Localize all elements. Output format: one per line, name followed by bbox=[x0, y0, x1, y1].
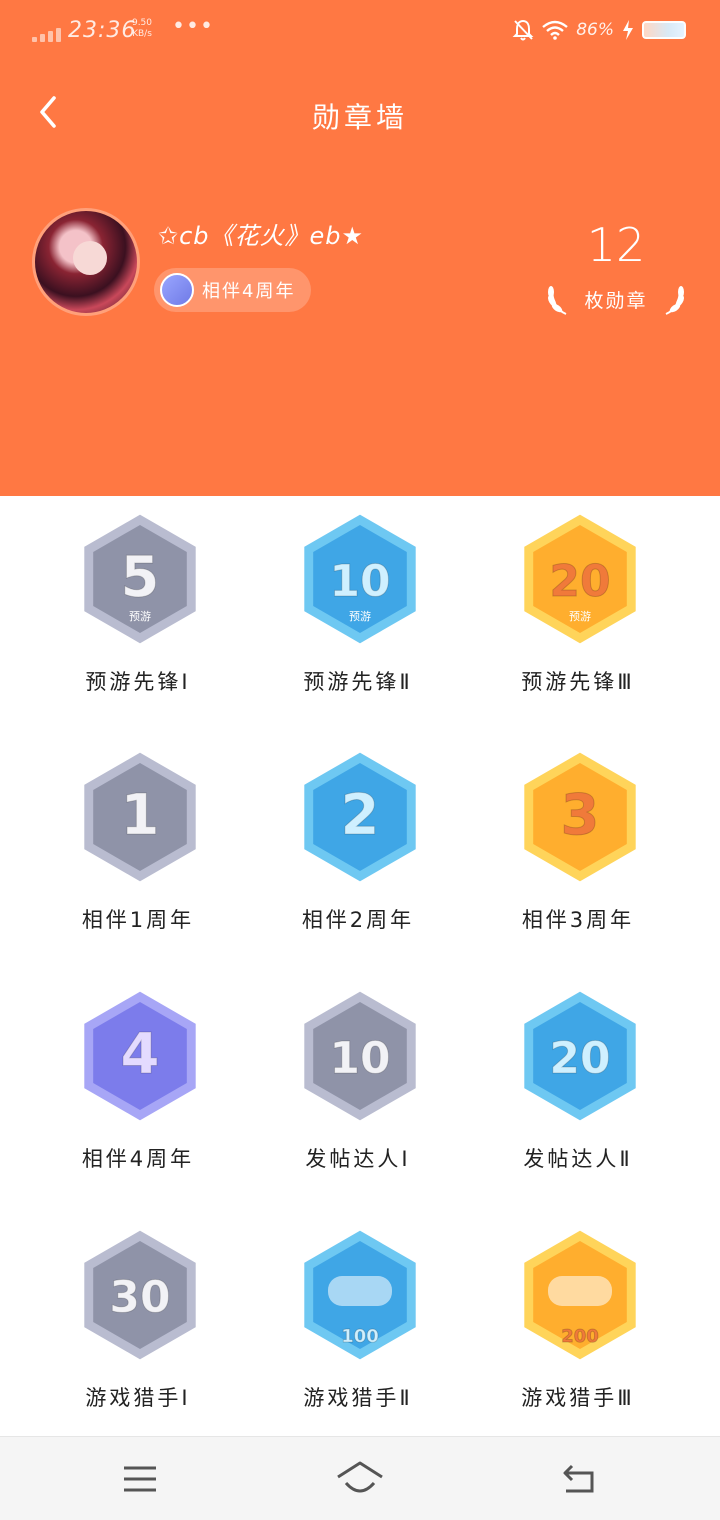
badge-medal-icon: 1 bbox=[81, 750, 199, 884]
badge-medal-icon: 20 bbox=[521, 989, 639, 1123]
badge-number: 5 bbox=[121, 545, 160, 610]
net-speed: 9.50 KB/s bbox=[128, 18, 156, 40]
badge-medal-icon: 4 bbox=[81, 989, 199, 1123]
anniversary-badge-icon bbox=[160, 273, 194, 307]
badge-number: 3 bbox=[561, 783, 600, 848]
system-navbar bbox=[0, 1436, 720, 1520]
badge-medal-icon: 2 bbox=[301, 750, 419, 884]
badge-grid: 5 预游 预游先锋Ⅰ 10 预游 预游先锋Ⅱ 20 预游 预游先锋Ⅲ 1 相伴1周年 2 相伴2周年 3 相… bbox=[0, 496, 720, 1436]
badge-medal-icon: 200 bbox=[521, 1228, 639, 1362]
badge-sub-label: 预游 bbox=[349, 610, 371, 623]
header: 23:36 9.50 KB/s ••• 86% 勋章墙 ✩cb《花火》eb★ 相… bbox=[0, 0, 720, 496]
badge-item[interactable]: 20 发帖达人Ⅱ bbox=[468, 973, 688, 1211]
badge-sub-label: 预游 bbox=[569, 610, 591, 623]
mute-bell-icon bbox=[512, 19, 534, 41]
page-title: 勋章墙 bbox=[311, 101, 408, 134]
badge-number: 10 bbox=[329, 556, 390, 607]
badge-number: 10 bbox=[329, 1033, 390, 1084]
net-speed-unit: KB/s bbox=[132, 29, 152, 39]
badge-label: 预游先锋Ⅰ bbox=[85, 670, 191, 694]
badge-label: 游戏猎手Ⅰ bbox=[85, 1386, 191, 1410]
badge-item[interactable]: 10 预游预游先锋Ⅱ bbox=[248, 496, 468, 734]
status-time: 23:36 bbox=[68, 18, 137, 43]
badge-number: 2 bbox=[341, 783, 380, 848]
badge-item[interactable]: 5 预游预游先锋Ⅰ bbox=[28, 496, 248, 734]
battery-percent: 86% bbox=[576, 20, 614, 40]
charging-icon bbox=[623, 20, 633, 40]
badge-item[interactable]: 200 游戏猎手Ⅲ bbox=[468, 1212, 688, 1450]
anniversary-chip-label: 相伴4周年 bbox=[202, 281, 296, 302]
wifi-icon bbox=[542, 20, 568, 40]
badge-item[interactable]: 100 游戏猎手Ⅱ bbox=[248, 1212, 468, 1450]
signal-icon bbox=[32, 22, 61, 42]
more-notifications-icon: ••• bbox=[172, 14, 214, 39]
badge-count: 12 bbox=[586, 218, 646, 272]
battery-icon bbox=[642, 21, 686, 39]
badge-label: 相伴2周年 bbox=[301, 908, 415, 932]
badge-medal-icon: 5预游 bbox=[81, 512, 199, 646]
badge-sub-label: 预游 bbox=[129, 610, 151, 623]
badge-item[interactable]: 30 游戏猎手Ⅰ bbox=[28, 1212, 248, 1450]
badge-label: 游戏猎手Ⅲ bbox=[521, 1386, 635, 1410]
back-icon[interactable] bbox=[556, 1457, 604, 1501]
badge-number: 4 bbox=[121, 1022, 160, 1087]
badge-medal-icon: 10 bbox=[301, 989, 419, 1123]
badge-count-unit: 枚勋章 bbox=[584, 289, 648, 312]
badge-medal-icon: 20 预游 bbox=[521, 512, 639, 646]
avatar[interactable] bbox=[32, 208, 140, 316]
badge-label: 预游先锋Ⅲ bbox=[521, 670, 635, 694]
badge-count-label-row: 枚勋章 bbox=[546, 282, 686, 316]
badge-label: 发帖达人Ⅰ bbox=[305, 1147, 411, 1171]
badge-item[interactable]: 1 相伴1周年 bbox=[28, 734, 248, 972]
badge-item[interactable]: 4 相伴4周年 bbox=[28, 973, 248, 1211]
badge-number: 20 bbox=[549, 556, 610, 607]
net-speed-value: 9.50 bbox=[131, 18, 153, 28]
badge-number: 20 bbox=[549, 1033, 610, 1084]
anniversary-chip[interactable]: 相伴4周年 bbox=[154, 268, 312, 312]
badge-label: 发帖达人Ⅱ bbox=[523, 1147, 633, 1171]
badge-item[interactable]: 2 相伴2周年 bbox=[248, 734, 468, 972]
badge-medal-icon: 100 bbox=[301, 1228, 419, 1362]
badge-label: 游戏猎手Ⅱ bbox=[303, 1386, 413, 1410]
status-right: 86% bbox=[512, 18, 686, 42]
badge-medal-icon: 3 bbox=[521, 750, 639, 884]
badge-number: 1 bbox=[121, 783, 160, 848]
badge-label: 相伴3周年 bbox=[521, 908, 635, 932]
laurel-right-icon bbox=[665, 286, 684, 315]
home-icon[interactable] bbox=[336, 1457, 384, 1501]
badge-label: 预游先锋Ⅱ bbox=[303, 670, 413, 694]
badge-number: 200 bbox=[561, 1326, 599, 1347]
badge-medal-icon: 10 预游 bbox=[301, 512, 419, 646]
badge-medal-icon: 30 bbox=[81, 1228, 199, 1362]
status-bar: 23:36 9.50 KB/s ••• 86% bbox=[0, 0, 720, 64]
badge-label: 相伴4周年 bbox=[81, 1147, 195, 1171]
badge-number: 30 bbox=[109, 1272, 170, 1323]
badge-label: 相伴1周年 bbox=[81, 908, 195, 932]
username: ✩cb《花火》eb★ bbox=[158, 222, 365, 250]
badge-item[interactable]: 20 预游预游先锋Ⅲ bbox=[468, 496, 688, 734]
badge-number: 100 bbox=[341, 1326, 379, 1347]
laurel-left-icon bbox=[548, 286, 567, 315]
badge-item[interactable]: 10 发帖达人Ⅰ bbox=[248, 973, 468, 1211]
badge-item[interactable]: 3 相伴3周年 bbox=[468, 734, 688, 972]
menu-icon[interactable] bbox=[116, 1457, 164, 1501]
